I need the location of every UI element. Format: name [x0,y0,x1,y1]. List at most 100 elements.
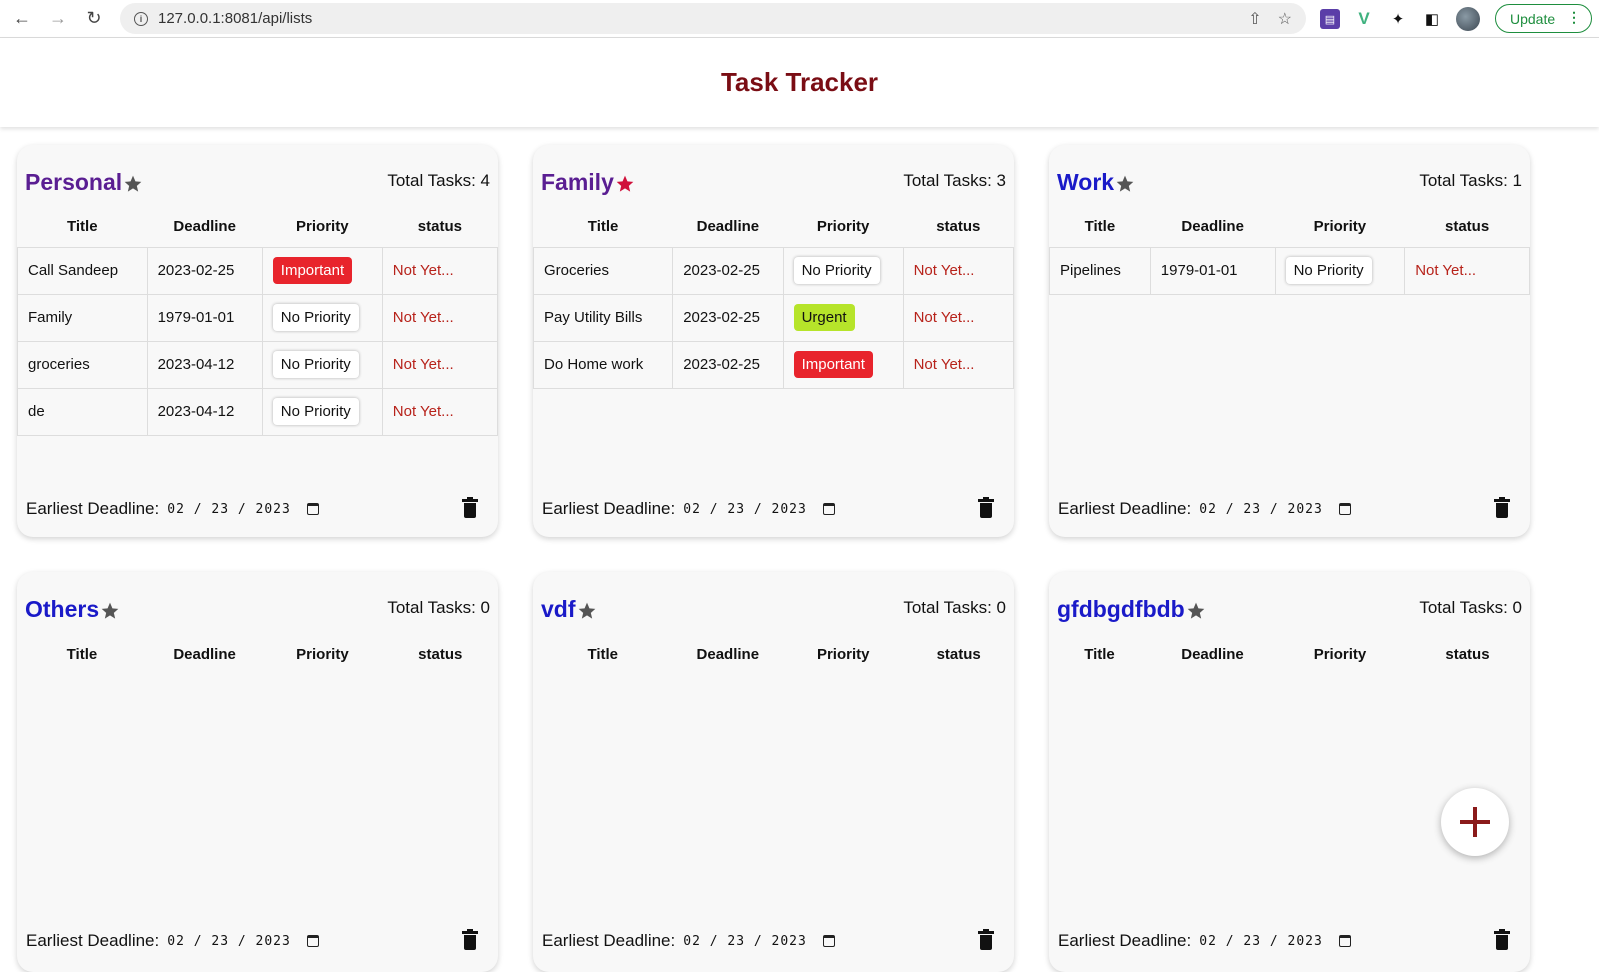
trash-icon[interactable] [978,497,994,518]
add-list-button[interactable] [1441,788,1509,856]
task-priority-cell: No Priority [261,387,383,436]
table-row[interactable]: Do Home work 2023-02-25 Important Not Yet..… [533,340,1014,389]
date-value: 02 / 23 / 2023 [683,501,807,517]
priority-badge[interactable]: No Priority [272,398,359,425]
trash-lid [1494,931,1510,934]
list-name[interactable]: vdf [541,596,576,623]
earliest-deadline-input[interactable]: 02 / 23 / 2023 [167,934,319,949]
priority-badge[interactable]: Urgent [793,304,855,331]
favorite-star-icon[interactable] [1186,601,1206,621]
update-label: Update [1510,10,1556,27]
column-header-deadline: Deadline [173,645,236,663]
column-header-title: Title [1084,645,1115,663]
share-icon[interactable]: ⇧ [1248,9,1261,29]
task-status[interactable]: Not Yet... [902,340,1014,389]
earliest-deadline-input[interactable]: 02 / 23 / 2023 [683,934,835,949]
column-header-deadline: Deadline [696,218,760,236]
column-header-priority: Priority [1313,645,1367,663]
list-card: Work Total Tasks: 1 Title Deadline Priority s… [1049,145,1530,537]
reload-icon[interactable]: ↻ [80,5,108,33]
favorite-star-icon[interactable] [1115,174,1135,194]
table-row[interactable]: Pipelines 1979-01-01 No Priority Not Yet... [1049,246,1530,295]
task-table: Title Deadline Priority status Call Sandeep 2… [17,207,498,436]
list-name[interactable]: Personal [25,169,122,196]
calendar-icon[interactable] [306,503,319,515]
task-priority-cell: Important [261,246,383,295]
favorite-star-icon[interactable] [100,601,120,621]
column-header-deadline: Deadline [1181,645,1244,663]
task-priority-cell: No Priority [261,340,383,389]
favorite-star-icon[interactable] [577,601,597,621]
task-status[interactable]: Not Yet... [381,340,498,389]
task-status[interactable]: Not Yet... [381,387,498,436]
column-header-priority: Priority [816,218,870,236]
task-deadline: 1979-01-01 [1149,246,1276,295]
table-row[interactable]: Pay Utility Bills 2023-02-25 Urgent Not Yet… [533,293,1014,342]
favorite-star-icon[interactable] [615,174,635,194]
card-header: vdf Total Tasks: 0 [541,596,1006,626]
table-row[interactable]: Family 1979-01-01 No Priority Not Yet... [17,293,498,342]
more-menu-icon[interactable]: ⋮ [1567,9,1581,26]
table-header-row: Title Deadline Priority status [17,634,498,674]
task-status[interactable]: Not Yet... [1404,246,1530,295]
list-name[interactable]: Work [1057,169,1114,196]
priority-badge[interactable]: No Priority [272,304,359,331]
calendar-icon[interactable] [822,935,835,947]
priority-badge[interactable]: Important [272,257,353,284]
table-header-row: Title Deadline Priority status [1049,634,1530,674]
task-title: Call Sandeep [17,246,148,295]
trash-bin [1496,503,1508,518]
priority-badge[interactable]: No Priority [793,257,880,284]
trash-icon[interactable] [462,929,478,950]
profile-avatar[interactable] [1456,7,1480,31]
priority-badge[interactable]: Important [793,351,873,378]
task-status[interactable]: Not Yet... [902,293,1014,342]
list-name[interactable]: Family [541,169,614,196]
priority-badge[interactable]: No Priority [1285,257,1372,284]
vue-devtools-icon[interactable]: V [1354,9,1374,29]
task-table: Title Deadline Priority status Groceries 2023… [533,207,1014,389]
total-tasks: Total Tasks: 0 [903,598,1006,617]
table-row[interactable]: de 2023-04-12 No Priority Not Yet... [17,387,498,436]
calendar-icon[interactable] [822,503,835,515]
column-header-status: status [1445,218,1490,236]
task-status[interactable]: Not Yet... [902,246,1014,295]
table-row[interactable]: Call Sandeep 2023-02-25 Important Not Yet..… [17,246,498,295]
app-header: Task Tracker [0,38,1599,127]
date-value: 02 / 23 / 2023 [167,933,291,949]
calendar-icon[interactable] [1338,503,1351,515]
site-info-icon[interactable]: i [134,11,148,26]
calendar-icon[interactable] [1338,935,1351,947]
task-status[interactable]: Not Yet... [381,246,498,295]
bookmark-star-icon[interactable]: ☆ [1278,9,1292,29]
date-value: 02 / 23 / 2023 [1199,501,1323,517]
earliest-deadline-input[interactable]: 02 / 23 / 2023 [683,502,835,517]
trash-icon[interactable] [1494,929,1510,950]
list-name[interactable]: Others [25,596,99,623]
earliest-deadline-input[interactable]: 02 / 23 / 2023 [167,502,319,517]
list-card: Family Total Tasks: 3 Title Deadline Priorit… [533,145,1014,537]
trash-icon[interactable] [462,497,478,518]
favorite-star-icon[interactable] [123,174,143,194]
address-bar[interactable]: i 127.0.0.1:8081/api/lists ⇧ ☆ [120,3,1306,34]
earliest-deadline-label: Earliest Deadline: [542,931,676,950]
forward-arrow-icon[interactable]: → [44,5,72,33]
update-button[interactable]: Update ⋮ [1495,4,1592,33]
earliest-deadline-input[interactable]: 02 / 23 / 2023 [1199,934,1351,949]
list-name[interactable]: gfdbgdfbdb [1057,596,1185,623]
trash-icon[interactable] [1494,497,1510,518]
table-row[interactable]: Groceries 2023-02-25 No Priority Not Yet... [533,246,1014,295]
column-header-deadline: Deadline [1181,218,1244,236]
extension-purple-icon[interactable]: ▤ [1320,9,1340,29]
side-panel-icon[interactable]: ◧ [1422,9,1442,29]
calendar-icon[interactable] [306,935,319,947]
task-status[interactable]: Not Yet... [381,293,498,342]
task-title: Pay Utility Bills [533,293,674,342]
back-arrow-icon[interactable]: ← [8,5,36,33]
trash-icon[interactable] [978,929,994,950]
extensions-puzzle-icon[interactable]: ✦ [1388,9,1408,29]
priority-badge[interactable]: No Priority [272,351,359,378]
table-row[interactable]: groceries 2023-04-12 No Priority Not Yet... [17,340,498,389]
earliest-deadline-input[interactable]: 02 / 23 / 2023 [1199,502,1351,517]
trash-bin [980,503,992,518]
